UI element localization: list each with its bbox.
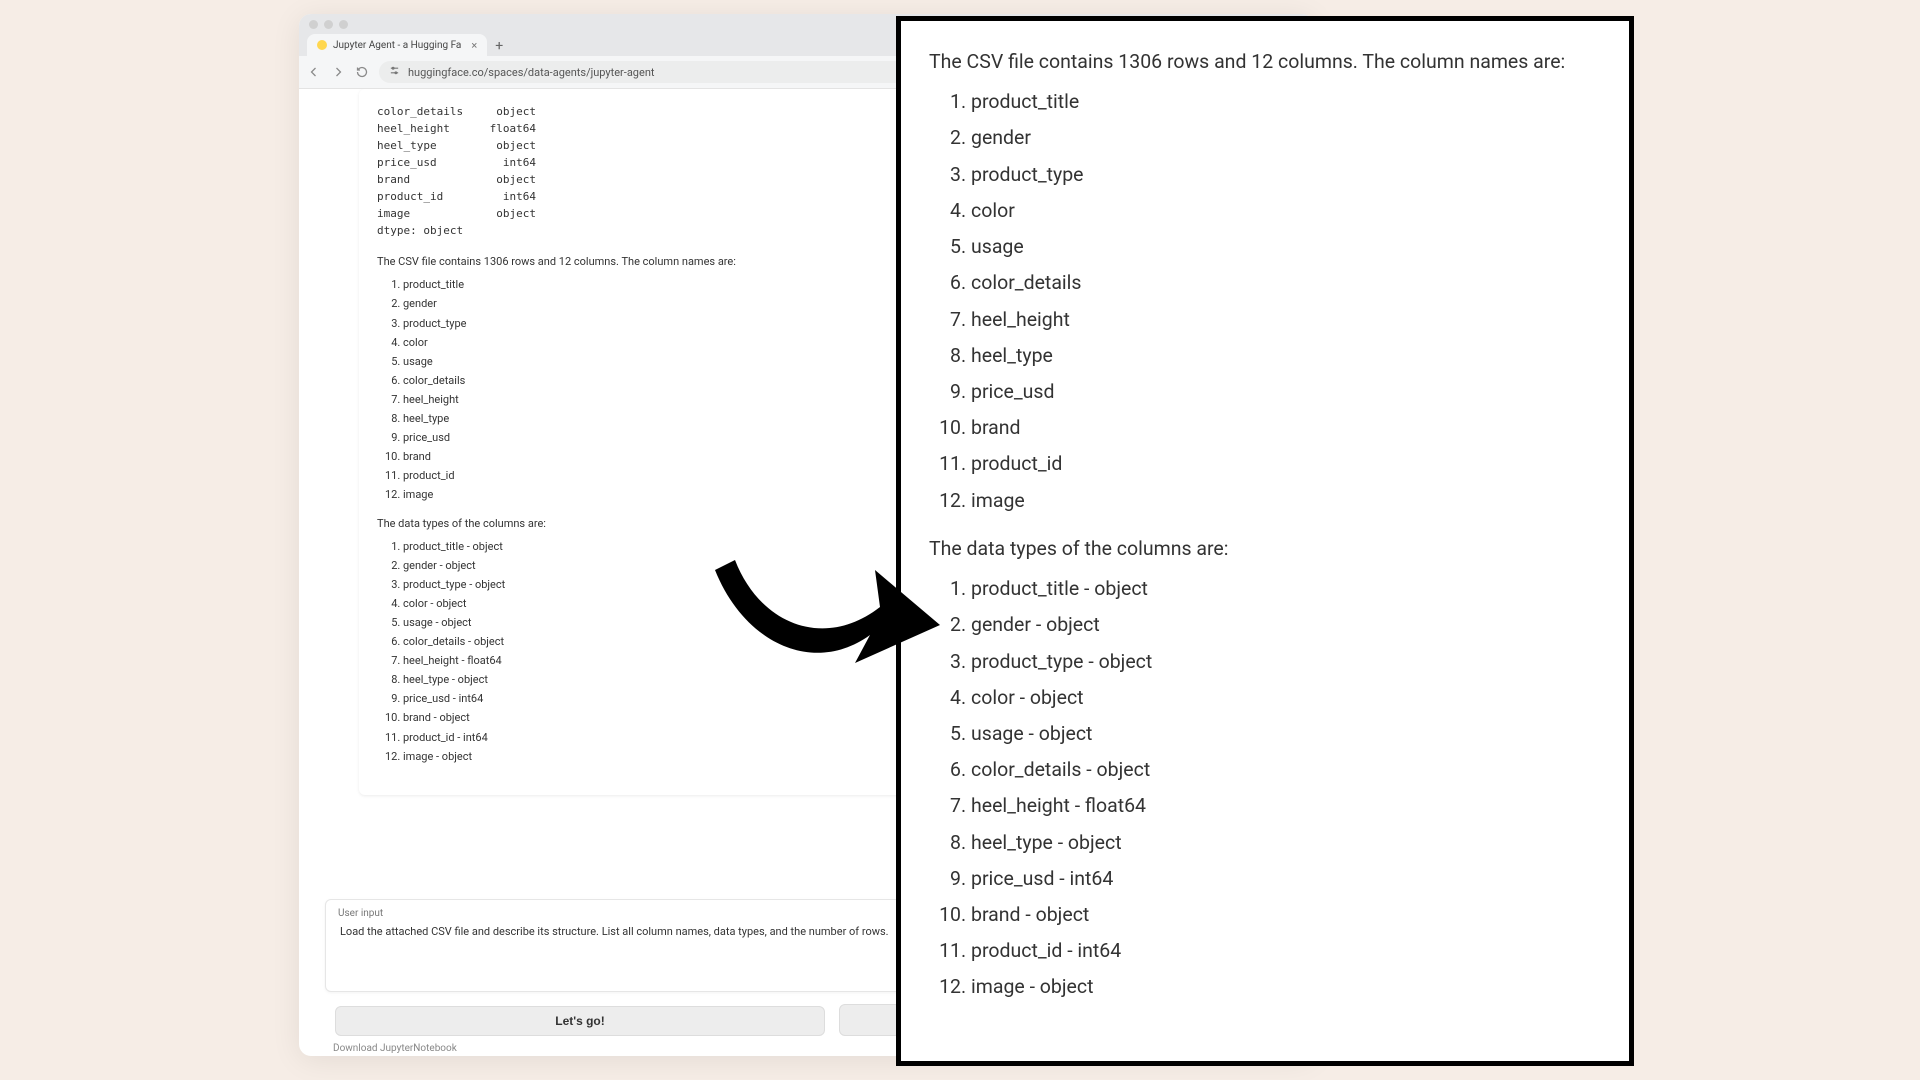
lets-go-button[interactable]: Let's go! [335, 1006, 825, 1036]
zoom-summary: The CSV file contains 1306 rows and 12 c… [929, 47, 1601, 77]
maximize-window-dot[interactable] [339, 20, 348, 29]
zoom-callout: The CSV file contains 1306 rows and 12 c… [896, 16, 1634, 1066]
list-item: color_details [971, 268, 1601, 298]
reload-icon[interactable] [355, 65, 369, 79]
minimize-window-dot[interactable] [324, 20, 333, 29]
list-item: color [971, 196, 1601, 226]
list-item: product_id [971, 449, 1601, 479]
list-item: heel_height - float64 [971, 791, 1601, 821]
list-item: price_usd - int64 [971, 864, 1601, 894]
list-item: heel_type [971, 341, 1601, 371]
list-item: price_usd [971, 377, 1601, 407]
list-item: heel_type - object [971, 828, 1601, 858]
list-item: color_details - object [971, 755, 1601, 785]
list-item: product_type - object [971, 647, 1601, 677]
list-item: product_title [971, 87, 1601, 117]
list-item: product_title - object [971, 574, 1601, 604]
forward-icon[interactable] [331, 65, 345, 79]
tab-title: Jupyter Agent - a Hugging Fa [333, 40, 461, 51]
list-item: usage - object [971, 719, 1601, 749]
list-item: gender - object [971, 610, 1601, 640]
zoom-columns-list: product_titlegender product_typecolor usag… [971, 87, 1601, 516]
list-item: product_id - int64 [971, 936, 1601, 966]
zoom-dtypes-heading: The data types of the columns are: [929, 534, 1601, 564]
download-notebook-link[interactable]: Download JupyterNotebook [333, 1043, 457, 1054]
zoom-dtypes-list: product_title - object gender - object pro… [971, 574, 1601, 1003]
list-item: gender [971, 123, 1601, 153]
tab-close-icon[interactable]: × [471, 39, 477, 52]
traffic-lights [299, 20, 358, 29]
list-item: image - object [971, 972, 1601, 1002]
url-text: huggingface.co/spaces/data-agents/jupyte… [408, 66, 655, 79]
secondary-action-button[interactable] [839, 1004, 901, 1036]
back-icon[interactable] [307, 65, 321, 79]
list-item: color - object [971, 683, 1601, 713]
list-item: brand - object [971, 900, 1601, 930]
list-item: image [971, 486, 1601, 516]
tab-active[interactable]: Jupyter Agent - a Hugging Fa × [307, 34, 487, 56]
tab-favicon [317, 40, 327, 50]
list-item: heel_height [971, 305, 1601, 335]
site-settings-icon[interactable] [389, 65, 400, 79]
close-window-dot[interactable] [309, 20, 318, 29]
list-item: product_type [971, 160, 1601, 190]
list-item: brand [971, 413, 1601, 443]
tab-new-button[interactable]: + [491, 38, 507, 56]
list-item: usage [971, 232, 1601, 262]
